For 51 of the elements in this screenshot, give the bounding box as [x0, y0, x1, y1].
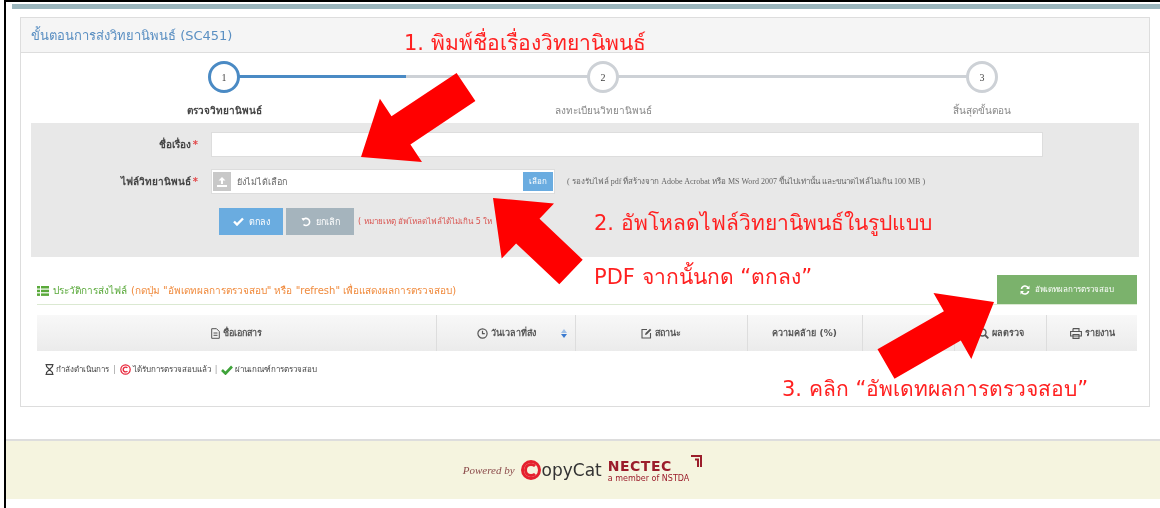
- required-mark: *: [192, 139, 198, 150]
- sort-icon: [561, 329, 567, 338]
- field-label: ชื่อเรื่อง: [158, 139, 191, 150]
- step-circle: 1: [208, 61, 240, 93]
- nectec-logo-text: NECTEC: [607, 457, 673, 474]
- step-label: ตรวจวิทยานิพนธ์: [186, 104, 262, 118]
- edit-icon: [641, 327, 653, 339]
- required-mark: *: [192, 176, 198, 187]
- field-label: ไฟล์วิทยานิพนธ์: [120, 176, 191, 187]
- printer-icon: [1069, 327, 1082, 339]
- refresh-icon: [1020, 284, 1030, 295]
- panel-title: ขั้นตอนการส่งวิทยานิพนธ์ (SC451): [31, 25, 233, 45]
- column-header[interactable]: ความคล้าย (%): [772, 326, 837, 340]
- column-header[interactable]: ผลตรวจ: [977, 326, 1024, 340]
- step-label: สิ้นสุดขั้นตอน: [953, 103, 1011, 118]
- bracket-mark-icon: [689, 455, 704, 469]
- title-input-field[interactable]: [211, 132, 1043, 157]
- divider: |: [113, 365, 116, 374]
- check-icon: [221, 364, 234, 375]
- list-icon: [37, 285, 49, 296]
- step-label: ลงทะเบียนวิทยานิพนธ์: [554, 104, 652, 118]
- divider: |: [214, 365, 218, 374]
- copyright-icon: [119, 364, 131, 375]
- annotation-text: 2. อัพโหลดไฟล์วิทยานิพนธ์ในรูปแบบ: [594, 210, 932, 238]
- clock-icon: [476, 327, 488, 339]
- step-circle: 2: [587, 61, 619, 93]
- powered-by-text: Powered by: [462, 464, 515, 476]
- step-circle: 3: [966, 61, 998, 93]
- undo-icon: [300, 216, 311, 227]
- upload-note: ( หมายเหตุ อัพโหลดไฟล์ได้ไม่เกิน 5 ให: [358, 216, 493, 228]
- check-icon: [232, 217, 244, 226]
- copyright-logo-icon: [520, 460, 541, 480]
- legend-label: กำลังดำเนินการ: [56, 364, 109, 376]
- file-input-field[interactable]: ยังไม่ได้เลือก เลือก: [211, 169, 555, 194]
- column-header[interactable]: วันเวลาที่ส่ง: [476, 326, 536, 340]
- brand-name: opyCat: [541, 460, 602, 480]
- annotation-text: 3. คลิก “อัพเดทผลการตรวจสอบ”: [782, 376, 1089, 403]
- document-icon: [211, 327, 221, 339]
- legend-label: ผ่านเกณฑ์การตรวจสอบ: [235, 364, 318, 376]
- column-header[interactable]: สถานะ: [641, 326, 682, 340]
- history-hint: (กดปุ่ม "อัพเดทผลการตรวจสอบ" หรือ "refresh" เพื่อแสดงผลการตรวจสอบ): [131, 283, 457, 298]
- file-hint: ( รองรับไฟล์ pdf ที่สร้างจาก Adobe Acrobat หรือ MS Word 2007 ขึ้นไปเท่านั้น และขนาดไฟล์ไม่เกิน 100 MB ): [567, 175, 926, 188]
- hourglass-icon: [45, 364, 54, 375]
- legend-label: ได้รับการตรวจสอบแล้ว: [132, 364, 211, 376]
- column-header[interactable]: รายงาน: [1069, 326, 1115, 340]
- member-text: a member of NSTDA: [607, 473, 690, 483]
- annotation-text: PDF จากนั้นกด “ตกลง”: [594, 260, 813, 293]
- column-header[interactable]: ชื่อเอกสาร: [211, 326, 263, 340]
- upload-icon: [213, 172, 231, 191]
- history-title: ประวัติการส่งไฟล์: [53, 284, 127, 298]
- annotation-text: 1. พิมพ์ชื่อเรื่องวิทยานิพนธ์: [404, 26, 646, 59]
